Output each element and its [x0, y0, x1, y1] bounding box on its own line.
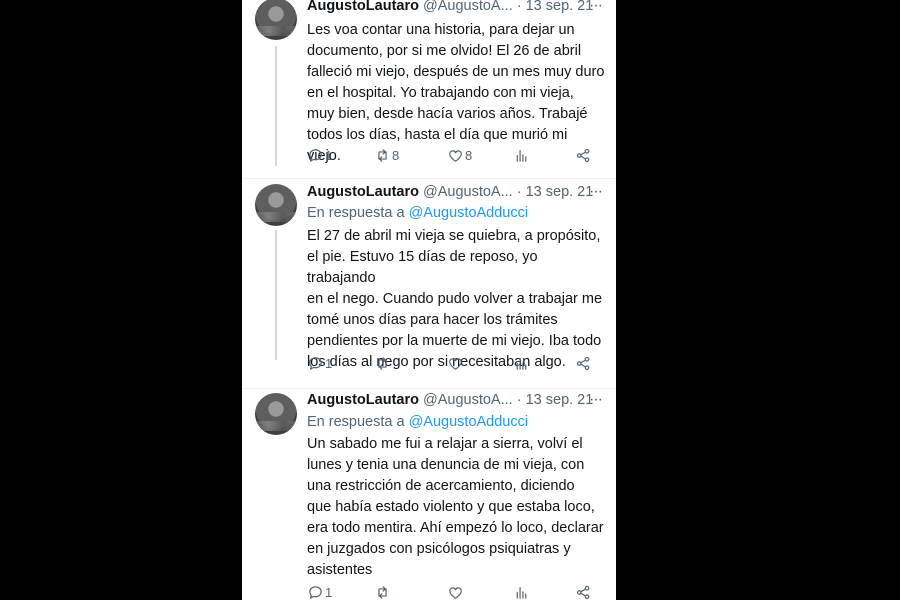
avatar[interactable] [255, 0, 297, 40]
author-name[interactable]: AugustoLautaro [307, 392, 419, 408]
tweet-text: Un sabado me fui a relajar a sierra, vol… [307, 436, 604, 578]
tweet[interactable]: AugustoLautaro @AugustoA... · 13 sep. 21… [242, 0, 616, 178]
tweet-date[interactable]: 13 sep. 21 [526, 392, 594, 408]
like-icon [449, 149, 462, 162]
separator-dot: · [516, 392, 522, 408]
reply-count: 1 [325, 147, 333, 163]
like-button[interactable]: 8 [447, 145, 472, 165]
reply-icon [309, 356, 322, 370]
tweet-actions: 1 8 8 [307, 145, 607, 165]
tweet[interactable]: AugustoLautaro @AugustoA... · 13 sep. 21… [242, 180, 616, 386]
reply-icon [309, 585, 322, 599]
tweet-text: El 27 de abril mi vieja se quiebra, a pr… [307, 228, 603, 370]
share-button[interactable] [575, 145, 592, 165]
reply-count: 1 [325, 584, 333, 600]
reply-prefix: En respuesta a [307, 205, 409, 221]
like-icon [449, 357, 462, 370]
share-button[interactable] [575, 353, 592, 373]
like-button[interactable] [447, 353, 465, 373]
tweet-thread: AugustoLautaro @AugustoA... · 13 sep. 21… [242, 0, 616, 600]
retweet-button[interactable] [374, 582, 392, 600]
reply-count: 1 [325, 355, 333, 371]
views-button[interactable] [513, 145, 530, 165]
reply-mention-link[interactable]: @AugustoAdducci [409, 205, 529, 221]
tweet-header: AugustoLautaro @AugustoA... · 13 sep. 21… [307, 390, 606, 410]
views-icon [516, 586, 527, 599]
tweet-header: AugustoLautaro @AugustoA... · 13 sep. 21… [307, 0, 606, 16]
separator-dot: · [516, 184, 522, 200]
reply-button[interactable]: 1 [307, 145, 332, 165]
retweet-count: 8 [392, 147, 400, 163]
author-handle[interactable]: @AugustoA... [423, 0, 513, 14]
retweet-icon [378, 585, 387, 599]
more-options-icon[interactable]: ··· [589, 390, 603, 410]
reply-context: En respuesta a @AugustoAdducci [307, 412, 528, 432]
reply-icon [309, 148, 322, 162]
tweet-header: AugustoLautaro @AugustoA... · 13 sep. 21… [307, 182, 606, 202]
tweet-actions: 1 [307, 353, 607, 373]
reply-context: En respuesta a @AugustoAdducci [307, 203, 528, 223]
author-name[interactable]: AugustoLautaro [307, 184, 419, 200]
share-icon [576, 356, 590, 370]
tweet-date[interactable]: 13 sep. 21 [526, 184, 594, 200]
separator-dot: · [516, 0, 522, 14]
reply-button[interactable]: 1 [307, 353, 332, 373]
retweet-icon [378, 148, 387, 162]
views-button[interactable] [513, 582, 530, 600]
views-icon [516, 357, 527, 370]
views-button[interactable] [513, 353, 530, 373]
tweet[interactable]: AugustoLautaro @AugustoA... · 13 sep. 21… [242, 388, 616, 600]
reply-mention-link[interactable]: @AugustoAdducci [409, 414, 529, 430]
views-icon [516, 149, 527, 162]
like-icon [449, 586, 462, 599]
author-handle[interactable]: @AugustoA... [423, 392, 513, 408]
retweet-button[interactable] [374, 353, 392, 373]
like-button[interactable] [447, 582, 465, 600]
retweet-icon [378, 356, 387, 370]
tweet-actions: 1 [307, 582, 607, 600]
share-button[interactable] [575, 582, 592, 600]
more-options-icon[interactable]: ··· [589, 0, 603, 16]
author-handle[interactable]: @AugustoA... [423, 184, 513, 200]
avatar[interactable] [255, 393, 297, 435]
share-icon [576, 585, 590, 599]
like-count: 8 [465, 147, 473, 163]
tweet-date[interactable]: 13 sep. 21 [526, 0, 594, 14]
avatar[interactable] [255, 184, 297, 226]
tweet-divider [242, 178, 616, 179]
share-icon [576, 148, 590, 162]
retweet-button[interactable]: 8 [374, 145, 399, 165]
reply-prefix: En respuesta a [307, 414, 409, 430]
reply-button[interactable]: 1 [307, 582, 332, 600]
more-options-icon[interactable]: ··· [589, 182, 603, 202]
author-name[interactable]: AugustoLautaro [307, 0, 419, 14]
